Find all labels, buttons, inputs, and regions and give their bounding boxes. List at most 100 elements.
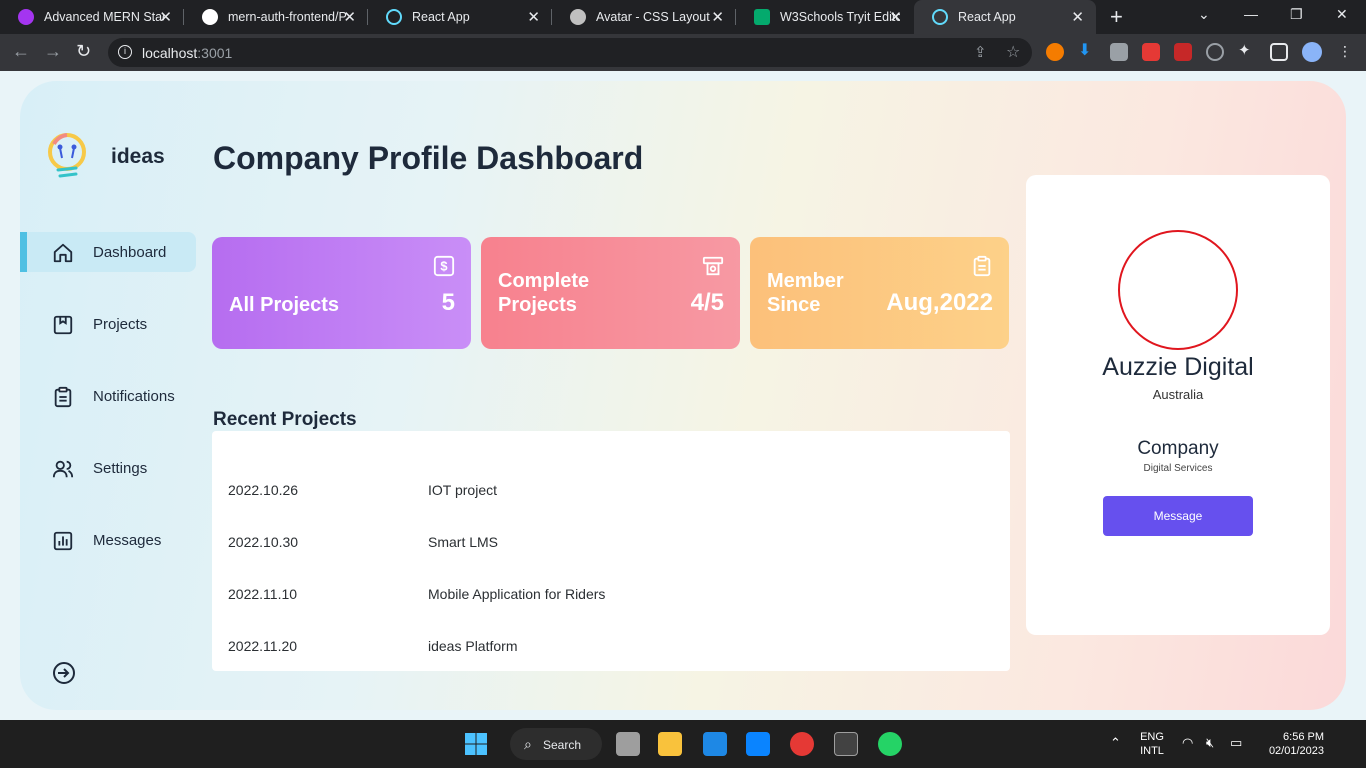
close-icon[interactable]: ✕ xyxy=(711,8,724,26)
extension-icon[interactable] xyxy=(1046,43,1064,61)
tab-title: React App xyxy=(412,10,470,24)
sidebar-item-label: Projects xyxy=(93,316,148,333)
react-icon xyxy=(932,9,948,25)
browser-tab-strip: Advanced MERN Stack ✕ mern-auth-frontend… xyxy=(0,0,1366,34)
url-host: localhost xyxy=(142,45,198,61)
window-close-icon[interactable]: ✕ xyxy=(1336,6,1348,23)
close-icon[interactable]: ✕ xyxy=(159,8,172,26)
chrome-icon[interactable] xyxy=(790,732,814,756)
reload-icon[interactable]: ↻ xyxy=(76,41,91,62)
browser-tab[interactable]: W3Schools Tryit Editor ✕ xyxy=(736,0,914,34)
tab-title: Avatar - CSS Layout xyxy=(596,10,710,24)
target-extension-icon[interactable] xyxy=(1206,43,1224,61)
task-view-icon[interactable] xyxy=(616,732,640,756)
stat-value: 4/5 xyxy=(690,289,724,316)
terminal-icon[interactable] xyxy=(834,732,858,756)
browser-tab[interactable]: Avatar - CSS Layout ✕ xyxy=(552,0,736,34)
section-title-recent-projects: Recent Projects xyxy=(213,409,357,430)
mail-icon[interactable] xyxy=(703,732,727,756)
wifi-icon[interactable]: ◠ xyxy=(1182,736,1193,750)
udemy-icon xyxy=(18,9,34,25)
whatsapp-icon[interactable] xyxy=(878,732,902,756)
home-icon xyxy=(53,243,73,263)
browser-tab[interactable]: mern-auth-frontend/P ✕ xyxy=(184,0,368,34)
windows-start-icon[interactable] xyxy=(464,732,488,756)
brand-name: ideas xyxy=(111,145,165,168)
github-icon xyxy=(202,9,218,25)
stat-label-line: All Projects xyxy=(229,294,340,316)
stat-label-line: Complete xyxy=(498,270,590,292)
browser-tab-active[interactable]: React App ✕ xyxy=(914,0,1096,34)
logout-icon[interactable] xyxy=(52,661,76,685)
browser-toolbar: ← → ↻ i localhost:3001 ⇪ ☆ ⬇ ✦ ⋮ xyxy=(0,34,1366,71)
restore-icon[interactable]: ❐ xyxy=(1290,6,1303,23)
stat-label: Member Since xyxy=(767,269,844,317)
project-name: IOT project xyxy=(428,482,497,498)
table-row[interactable]: 2022.11.10 Mobile Application for Riders xyxy=(212,586,1010,606)
sidebar-item-dashboard[interactable]: Dashboard xyxy=(20,232,196,272)
language-line: INTL xyxy=(1140,745,1164,757)
stat-label: All Projects xyxy=(229,293,339,317)
browser-tab[interactable]: Advanced MERN Stack ✕ xyxy=(0,0,184,34)
close-icon[interactable]: ✕ xyxy=(343,8,356,26)
side-panel-icon[interactable] xyxy=(1270,43,1288,61)
menu-kebab-icon[interactable]: ⋮ xyxy=(1338,43,1352,60)
table-row[interactable]: 2022.10.30 Smart LMS xyxy=(212,534,1010,554)
file-explorer-icon[interactable] xyxy=(658,732,682,756)
vscode-icon[interactable] xyxy=(746,732,770,756)
address-bar[interactable]: i localhost:3001 ⇪ ☆ xyxy=(108,38,1032,67)
taskbar-search-button[interactable]: ⌕ Search xyxy=(510,728,602,760)
close-icon[interactable]: ✕ xyxy=(527,8,540,26)
language-line: ENG xyxy=(1140,731,1164,743)
sidebar-item-label: Notifications xyxy=(93,388,175,405)
clipboard-icon xyxy=(973,255,991,277)
table-row[interactable]: 2022.11.20 ideas Platform xyxy=(212,638,1010,658)
company-name: Auzzie Digital xyxy=(1102,353,1254,381)
tab-title: Advanced MERN Stack xyxy=(44,10,164,24)
profile-avatar-icon[interactable] xyxy=(1302,42,1322,62)
language-indicator[interactable]: ENG INTL xyxy=(1136,730,1168,758)
forward-arrow-icon[interactable]: → xyxy=(44,41,62,62)
w3schools-icon xyxy=(754,9,770,25)
recent-projects-table: 2022.10.26 IOT project 2022.10.30 Smart … xyxy=(212,431,1010,671)
battery-icon[interactable]: ▭ xyxy=(1230,736,1242,750)
browser-tab[interactable]: React App ✕ xyxy=(368,0,552,34)
stat-card-complete-projects: Complete Projects 4/5 xyxy=(481,237,740,349)
table-row[interactable]: 2022.10.26 IOT project xyxy=(212,482,1010,502)
download-icon[interactable]: ⬇ xyxy=(1078,40,1096,59)
sidebar-item-settings[interactable]: Settings xyxy=(20,448,196,488)
clock-time: 6:56 PM xyxy=(1283,731,1324,743)
account-type: Company xyxy=(1137,438,1219,459)
sidebar-item-notifications[interactable]: Notifications xyxy=(20,376,196,416)
stat-value: 5 xyxy=(441,289,455,316)
globe-icon xyxy=(570,9,586,25)
company-country: Australia xyxy=(1152,387,1204,402)
search-icon: ⌕ xyxy=(524,736,532,752)
new-tab-plus-icon[interactable]: + xyxy=(1110,4,1123,30)
tab-search-chevron-icon[interactable]: ⌄ xyxy=(1198,6,1210,23)
message-button[interactable]: Message xyxy=(1103,496,1253,536)
stat-label-line: Projects xyxy=(498,294,577,316)
bookmark-star-icon[interactable]: ☆ xyxy=(1006,42,1020,62)
sidebar-item-projects[interactable]: Projects xyxy=(20,304,196,344)
address-url: localhost:3001 xyxy=(142,45,232,61)
clock-date: 02/01/2023 xyxy=(1268,745,1324,757)
minimize-icon[interactable]: — xyxy=(1244,6,1258,22)
show-hidden-icons-chevron-icon[interactable]: ⌃ xyxy=(1110,736,1121,750)
back-arrow-icon[interactable]: ← xyxy=(12,41,30,62)
volume-muted-icon[interactable]: 🔇︎ xyxy=(1206,736,1214,750)
close-icon[interactable]: ✕ xyxy=(889,8,902,26)
extension-icon[interactable] xyxy=(1174,43,1192,61)
site-info-icon[interactable]: i xyxy=(118,45,132,59)
shield-extension-icon[interactable] xyxy=(1110,43,1128,61)
puzzle-icon[interactable]: ✦ xyxy=(1238,41,1256,59)
tab-title: React App xyxy=(958,10,1016,24)
close-icon[interactable]: ✕ xyxy=(1071,8,1084,26)
page-title: Company Profile Dashboard xyxy=(213,140,644,176)
dollar-icon: $ xyxy=(433,255,455,277)
extension-icon[interactable] xyxy=(1142,43,1160,61)
sidebar-item-messages[interactable]: Messages xyxy=(20,520,196,560)
bookmark-icon xyxy=(53,315,73,335)
share-icon[interactable]: ⇪ xyxy=(974,43,987,61)
clock[interactable]: 6:56 PM 02/01/2023 xyxy=(1262,730,1324,758)
